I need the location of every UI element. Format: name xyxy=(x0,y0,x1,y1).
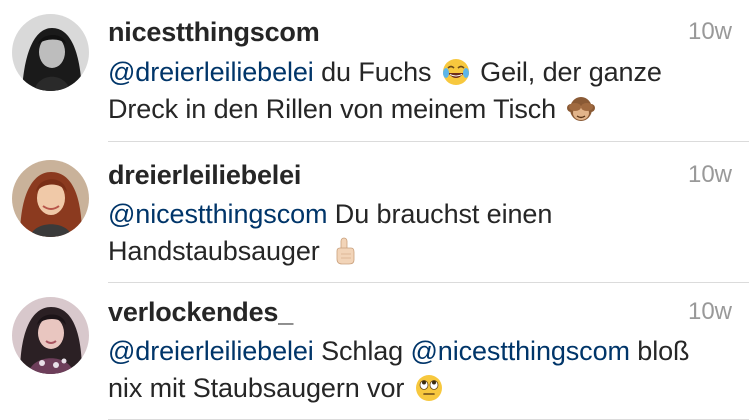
avatar[interactable] xyxy=(12,297,89,374)
comment-username[interactable]: nicestthingscom xyxy=(108,17,320,48)
index-pointing-up-emoji xyxy=(329,236,359,266)
comment-text: @dreierleiliebelei du Fuchs Geil, der ga… xyxy=(108,54,723,128)
comment-timestamp: 10w xyxy=(687,18,732,45)
comment-timestamp: 10w xyxy=(687,161,732,188)
comment-text: @dreierleiliebelei Schlag @nicestthingsc… xyxy=(108,333,723,407)
see-no-evil-monkey-emoji xyxy=(566,94,596,124)
comment-timestamp: 10w xyxy=(687,298,732,325)
divider xyxy=(108,141,749,142)
mention-link[interactable]: @nicestthingscom xyxy=(410,336,630,366)
avatar[interactable] xyxy=(12,160,89,237)
mention-link[interactable]: @dreierleiliebelei xyxy=(108,336,314,366)
comment-text: @nicestthingscom Du brauchst einen Hands… xyxy=(108,196,723,270)
mention-link[interactable]: @dreierleiliebelei xyxy=(108,57,314,87)
comment-username[interactable]: dreierleiliebelei xyxy=(108,160,301,191)
comment-text-segment: Schlag xyxy=(313,336,411,366)
divider xyxy=(108,282,749,283)
face-with-rolling-eyes-emoji xyxy=(414,373,444,403)
comment-text-segment: du Fuchs xyxy=(313,57,439,87)
face-with-tears-of-joy-emoji xyxy=(441,57,471,87)
mention-link[interactable]: @nicestthingscom xyxy=(108,199,328,229)
comment-username[interactable]: verlockendes_ xyxy=(108,297,293,328)
avatar[interactable] xyxy=(12,14,89,91)
